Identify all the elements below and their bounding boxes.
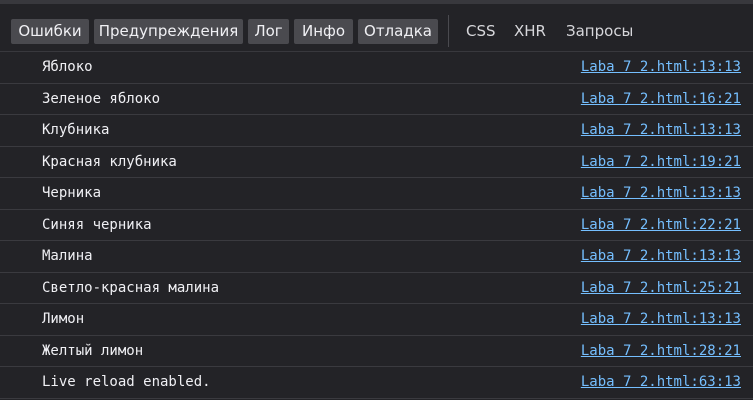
message-source-link[interactable]: Laba 7 2.html:13:13 — [581, 115, 741, 146]
message-text: Желтый лимон — [42, 342, 144, 359]
console-panel: Ошибки Предупреждения Лог Инфо Отладка C… — [0, 0, 753, 400]
message-text: Клубника — [42, 122, 110, 138]
console-message: Live reload enabled. Laba 7 2.html:63:13 — [0, 367, 753, 399]
message-source-link[interactable]: Laba 7 2.html:22:21 — [581, 210, 741, 241]
filter-debug-button[interactable]: Отладка — [358, 19, 438, 44]
message-text: Яблоко — [42, 59, 93, 75]
message-source-link[interactable]: Laba 7 2.html:25:21 — [581, 273, 741, 304]
message-source-link[interactable]: Laba 7 2.html:13:13 — [581, 52, 741, 83]
message-source-link[interactable]: Laba 7 2.html:63:13 — [581, 367, 741, 398]
console-message: Черника Laba 7 2.html:13:13 — [0, 178, 753, 210]
message-text: Синяя черника — [42, 216, 152, 233]
filter-info-button[interactable]: Инфо — [294, 19, 353, 44]
console-message: Зеленое яблоко Laba 7 2.html:16:21 — [0, 84, 753, 115]
message-text: Live reload enabled. — [42, 374, 211, 390]
console-message: Синяя черника Laba 7 2.html:22:21 — [0, 210, 753, 241]
console-message-list: Яблоко Laba 7 2.html:13:13 Зеленое яблок… — [0, 52, 753, 399]
console-message: Желтый лимон Laba 7 2.html:28:21 — [0, 336, 753, 367]
toolbar-top-border — [0, 0, 753, 4]
message-source-link[interactable]: Laba 7 2.html:28:21 — [581, 336, 741, 367]
console-message: Яблоко Laba 7 2.html:13:13 — [0, 52, 753, 84]
toolbar-divider — [448, 15, 449, 47]
message-text: Черника — [42, 185, 102, 201]
console-filter-toolbar: Ошибки Предупреждения Лог Инфо Отладка C… — [0, 0, 753, 52]
filter-log-button[interactable]: Лог — [248, 19, 289, 44]
message-text: Красная клубника — [42, 153, 177, 170]
message-source-link[interactable]: Laba 7 2.html:16:21 — [581, 84, 741, 115]
filter-requests-button[interactable]: Запросы — [566, 19, 633, 44]
message-text: Светло-красная малина — [42, 279, 220, 296]
filter-css-button[interactable]: CSS — [466, 19, 496, 44]
message-source-link[interactable]: Laba 7 2.html:19:21 — [581, 147, 741, 178]
message-source-link[interactable]: Laba 7 2.html:13:13 — [581, 241, 741, 272]
console-message: Клубника Laba 7 2.html:13:13 — [0, 115, 753, 147]
console-message: Малина Laba 7 2.html:13:13 — [0, 241, 753, 273]
message-source-link[interactable]: Laba 7 2.html:13:13 — [581, 304, 741, 335]
message-source-link[interactable]: Laba 7 2.html:13:13 — [581, 178, 741, 209]
console-message: Лимон Laba 7 2.html:13:13 — [0, 304, 753, 336]
filter-errors-button[interactable]: Ошибки — [11, 19, 89, 44]
message-text: Лимон — [42, 311, 85, 327]
console-message: Светло-красная малина Laba 7 2.html:25:2… — [0, 273, 753, 304]
message-text: Малина — [42, 248, 93, 264]
message-text: Зеленое яблоко — [42, 90, 161, 107]
console-message: Красная клубника Laba 7 2.html:19:21 — [0, 147, 753, 178]
filter-warnings-button[interactable]: Предупреждения — [94, 19, 243, 44]
filter-xhr-button[interactable]: XHR — [514, 19, 546, 44]
